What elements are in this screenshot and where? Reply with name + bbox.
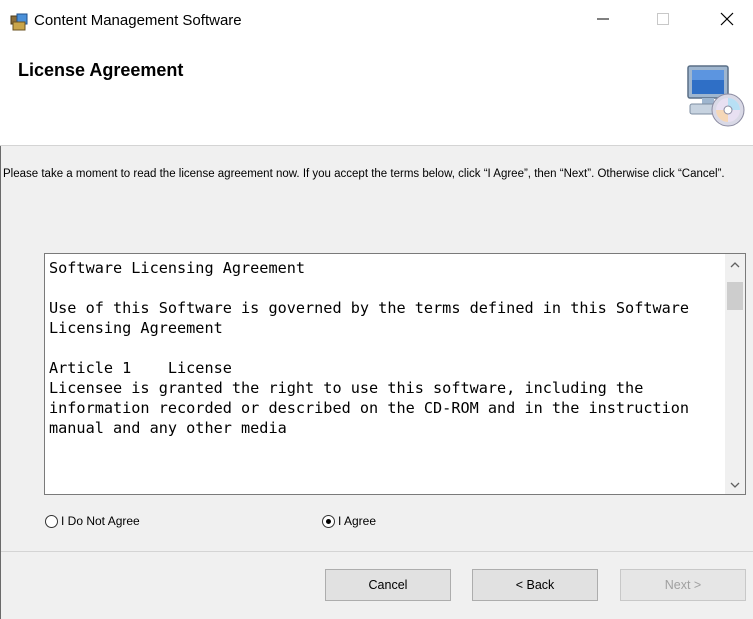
agree-radio[interactable] (322, 514, 335, 528)
chevron-up-icon (730, 255, 740, 273)
scroll-up-button[interactable] (725, 254, 745, 274)
minimize-icon (597, 12, 609, 30)
window-title: Content Management Software (34, 12, 242, 29)
installer-app-icon (10, 13, 28, 31)
chevron-down-icon (730, 475, 740, 493)
scroll-down-button[interactable] (725, 474, 745, 494)
maximize-button (640, 0, 686, 42)
agree-radio-option[interactable]: I Agree (322, 514, 376, 528)
wizard-body: Please take a moment to read the license… (0, 146, 753, 619)
close-button[interactable] (704, 0, 750, 42)
page-title: License Agreement (18, 60, 184, 80)
license-text-box[interactable]: Software Licensing Agreement Use of this… (44, 253, 746, 495)
title-bar[interactable]: Content Management Software (0, 0, 753, 42)
window-left-border (0, 146, 1, 619)
maximize-icon (657, 12, 669, 30)
next-button: Next > (620, 569, 746, 601)
footer-divider (0, 551, 753, 552)
computer-cd-icon (682, 58, 746, 130)
instructions-text: Please take a moment to read the license… (3, 168, 725, 180)
disagree-radio-option[interactable]: I Do Not Agree (45, 514, 140, 528)
disagree-label: I Do Not Agree (61, 514, 140, 528)
scroll-thumb[interactable] (727, 282, 743, 310)
cancel-button[interactable]: Cancel (325, 569, 451, 601)
vertical-scrollbar[interactable] (725, 254, 745, 494)
minimize-button[interactable] (580, 0, 626, 42)
license-text: Software Licensing Agreement Use of this… (49, 259, 690, 437)
close-icon (720, 12, 734, 31)
back-button[interactable]: < Back (472, 569, 598, 601)
agree-label: I Agree (338, 514, 377, 528)
disagree-radio[interactable] (45, 514, 58, 528)
wizard-header: License Agreement (0, 42, 753, 146)
